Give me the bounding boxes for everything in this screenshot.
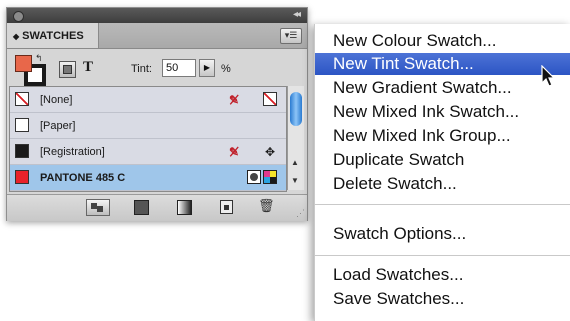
- swap-arrow-icon[interactable]: ↰: [35, 53, 43, 64]
- resize-grip-icon[interactable]: ⋰: [296, 208, 305, 219]
- none-swatch-icon: [262, 92, 278, 108]
- tab-swatches-label: SWATCHES: [22, 30, 84, 42]
- formatting-text-button[interactable]: T: [83, 59, 93, 76]
- menu-separator: [315, 204, 570, 205]
- swatch-row-none[interactable]: [None] ✎̸: [10, 87, 286, 113]
- pencil-crossed-icon: ✎̸: [228, 145, 240, 159]
- menu-item-load-swatches[interactable]: Load Swatches...: [315, 264, 570, 286]
- panel-tab-bar: ◆ SWATCHES ▾☰: [7, 23, 307, 49]
- swatch-chip: [15, 170, 29, 184]
- swatch-controls: ↰ T Tint: 50 ▶ %: [7, 49, 307, 86]
- swatch-name: PANTONE 485 C: [40, 172, 126, 184]
- swatch-list: [None] ✎̸ [Paper] [Registration] ✎̸ ✥ PA…: [9, 86, 287, 192]
- swatch-chip: [15, 92, 29, 106]
- panel-bottom-toolbar: 🗑 ⋰: [7, 194, 307, 221]
- swatch-list-scrollbar[interactable]: ▲ ▼: [287, 86, 304, 190]
- panel-close-button[interactable]: [13, 11, 24, 22]
- swatches-flyout-menu: New Colour Swatch... New Tint Swatch... …: [314, 24, 570, 321]
- scroll-thumb[interactable]: [290, 92, 302, 126]
- menu-item-new-gradient-swatch[interactable]: New Gradient Swatch...: [315, 77, 570, 99]
- swatch-chip: [15, 118, 29, 132]
- tab-swatches[interactable]: ◆ SWATCHES: [7, 23, 99, 48]
- tint-input[interactable]: 50: [162, 59, 196, 77]
- show-gradient-swatches-button[interactable]: [177, 200, 192, 215]
- scroll-up-arrow-icon[interactable]: ▲: [291, 158, 299, 167]
- panel-title-bar[interactable]: ◂◂: [7, 8, 307, 23]
- cmyk-mode-icon: [262, 170, 278, 186]
- collapse-icon[interactable]: ◂◂: [293, 9, 301, 20]
- tint-unit: %: [221, 63, 231, 75]
- tab-arrows-icon: ◆: [13, 32, 20, 41]
- swatch-name: [None]: [40, 94, 73, 106]
- swatch-name: [Registration]: [40, 146, 105, 158]
- trash-icon[interactable]: 🗑: [258, 198, 275, 213]
- tint-label: Tint:: [131, 63, 152, 75]
- new-swatch-button[interactable]: [220, 200, 233, 214]
- mouse-pointer-icon: [541, 65, 556, 87]
- fill-box[interactable]: [15, 55, 32, 72]
- panel-menu-button[interactable]: ▾☰: [280, 28, 302, 44]
- swatch-name: [Paper]: [40, 120, 76, 132]
- menu-item-swatch-options[interactable]: Swatch Options...: [315, 223, 570, 245]
- menu-item-new-mixed-ink-swatch[interactable]: New Mixed Ink Swatch...: [315, 101, 570, 123]
- tint-slider-button[interactable]: ▶: [199, 59, 215, 77]
- registration-mark-icon: ✥: [264, 145, 276, 159]
- menu-item-save-swatches[interactable]: Save Swatches...: [315, 288, 570, 310]
- fill-stroke-selector[interactable]: ↰: [15, 53, 46, 86]
- menu-item-new-mixed-ink-group[interactable]: New Mixed Ink Group...: [315, 125, 570, 147]
- swatch-row-paper[interactable]: [Paper]: [10, 113, 286, 139]
- scroll-down-arrow-icon[interactable]: ▼: [291, 176, 299, 185]
- swatch-chip: [15, 144, 29, 158]
- menu-separator: [315, 255, 570, 256]
- swatches-panel: ◂◂ ◆ SWATCHES ▾☰ ↰ T Tint: 50 ▶ % [None] …: [6, 7, 308, 221]
- show-all-swatches-button[interactable]: [86, 199, 110, 216]
- swatch-row-registration[interactable]: [Registration] ✎̸ ✥: [10, 139, 286, 165]
- menu-item-new-tint-swatch[interactable]: New Tint Swatch...: [315, 53, 570, 75]
- formatting-container-button[interactable]: [59, 61, 76, 78]
- menu-item-delete-swatch[interactable]: Delete Swatch...: [315, 173, 570, 195]
- swatch-row-pantone-485c[interactable]: PANTONE 485 C: [10, 165, 286, 191]
- spot-color-icon: [246, 170, 262, 186]
- menu-item-new-colour-swatch[interactable]: New Colour Swatch...: [315, 30, 570, 52]
- show-color-swatches-button[interactable]: [134, 200, 149, 215]
- pencil-crossed-icon: ✎̸: [228, 93, 240, 107]
- menu-item-duplicate-swatch[interactable]: Duplicate Swatch: [315, 149, 570, 171]
